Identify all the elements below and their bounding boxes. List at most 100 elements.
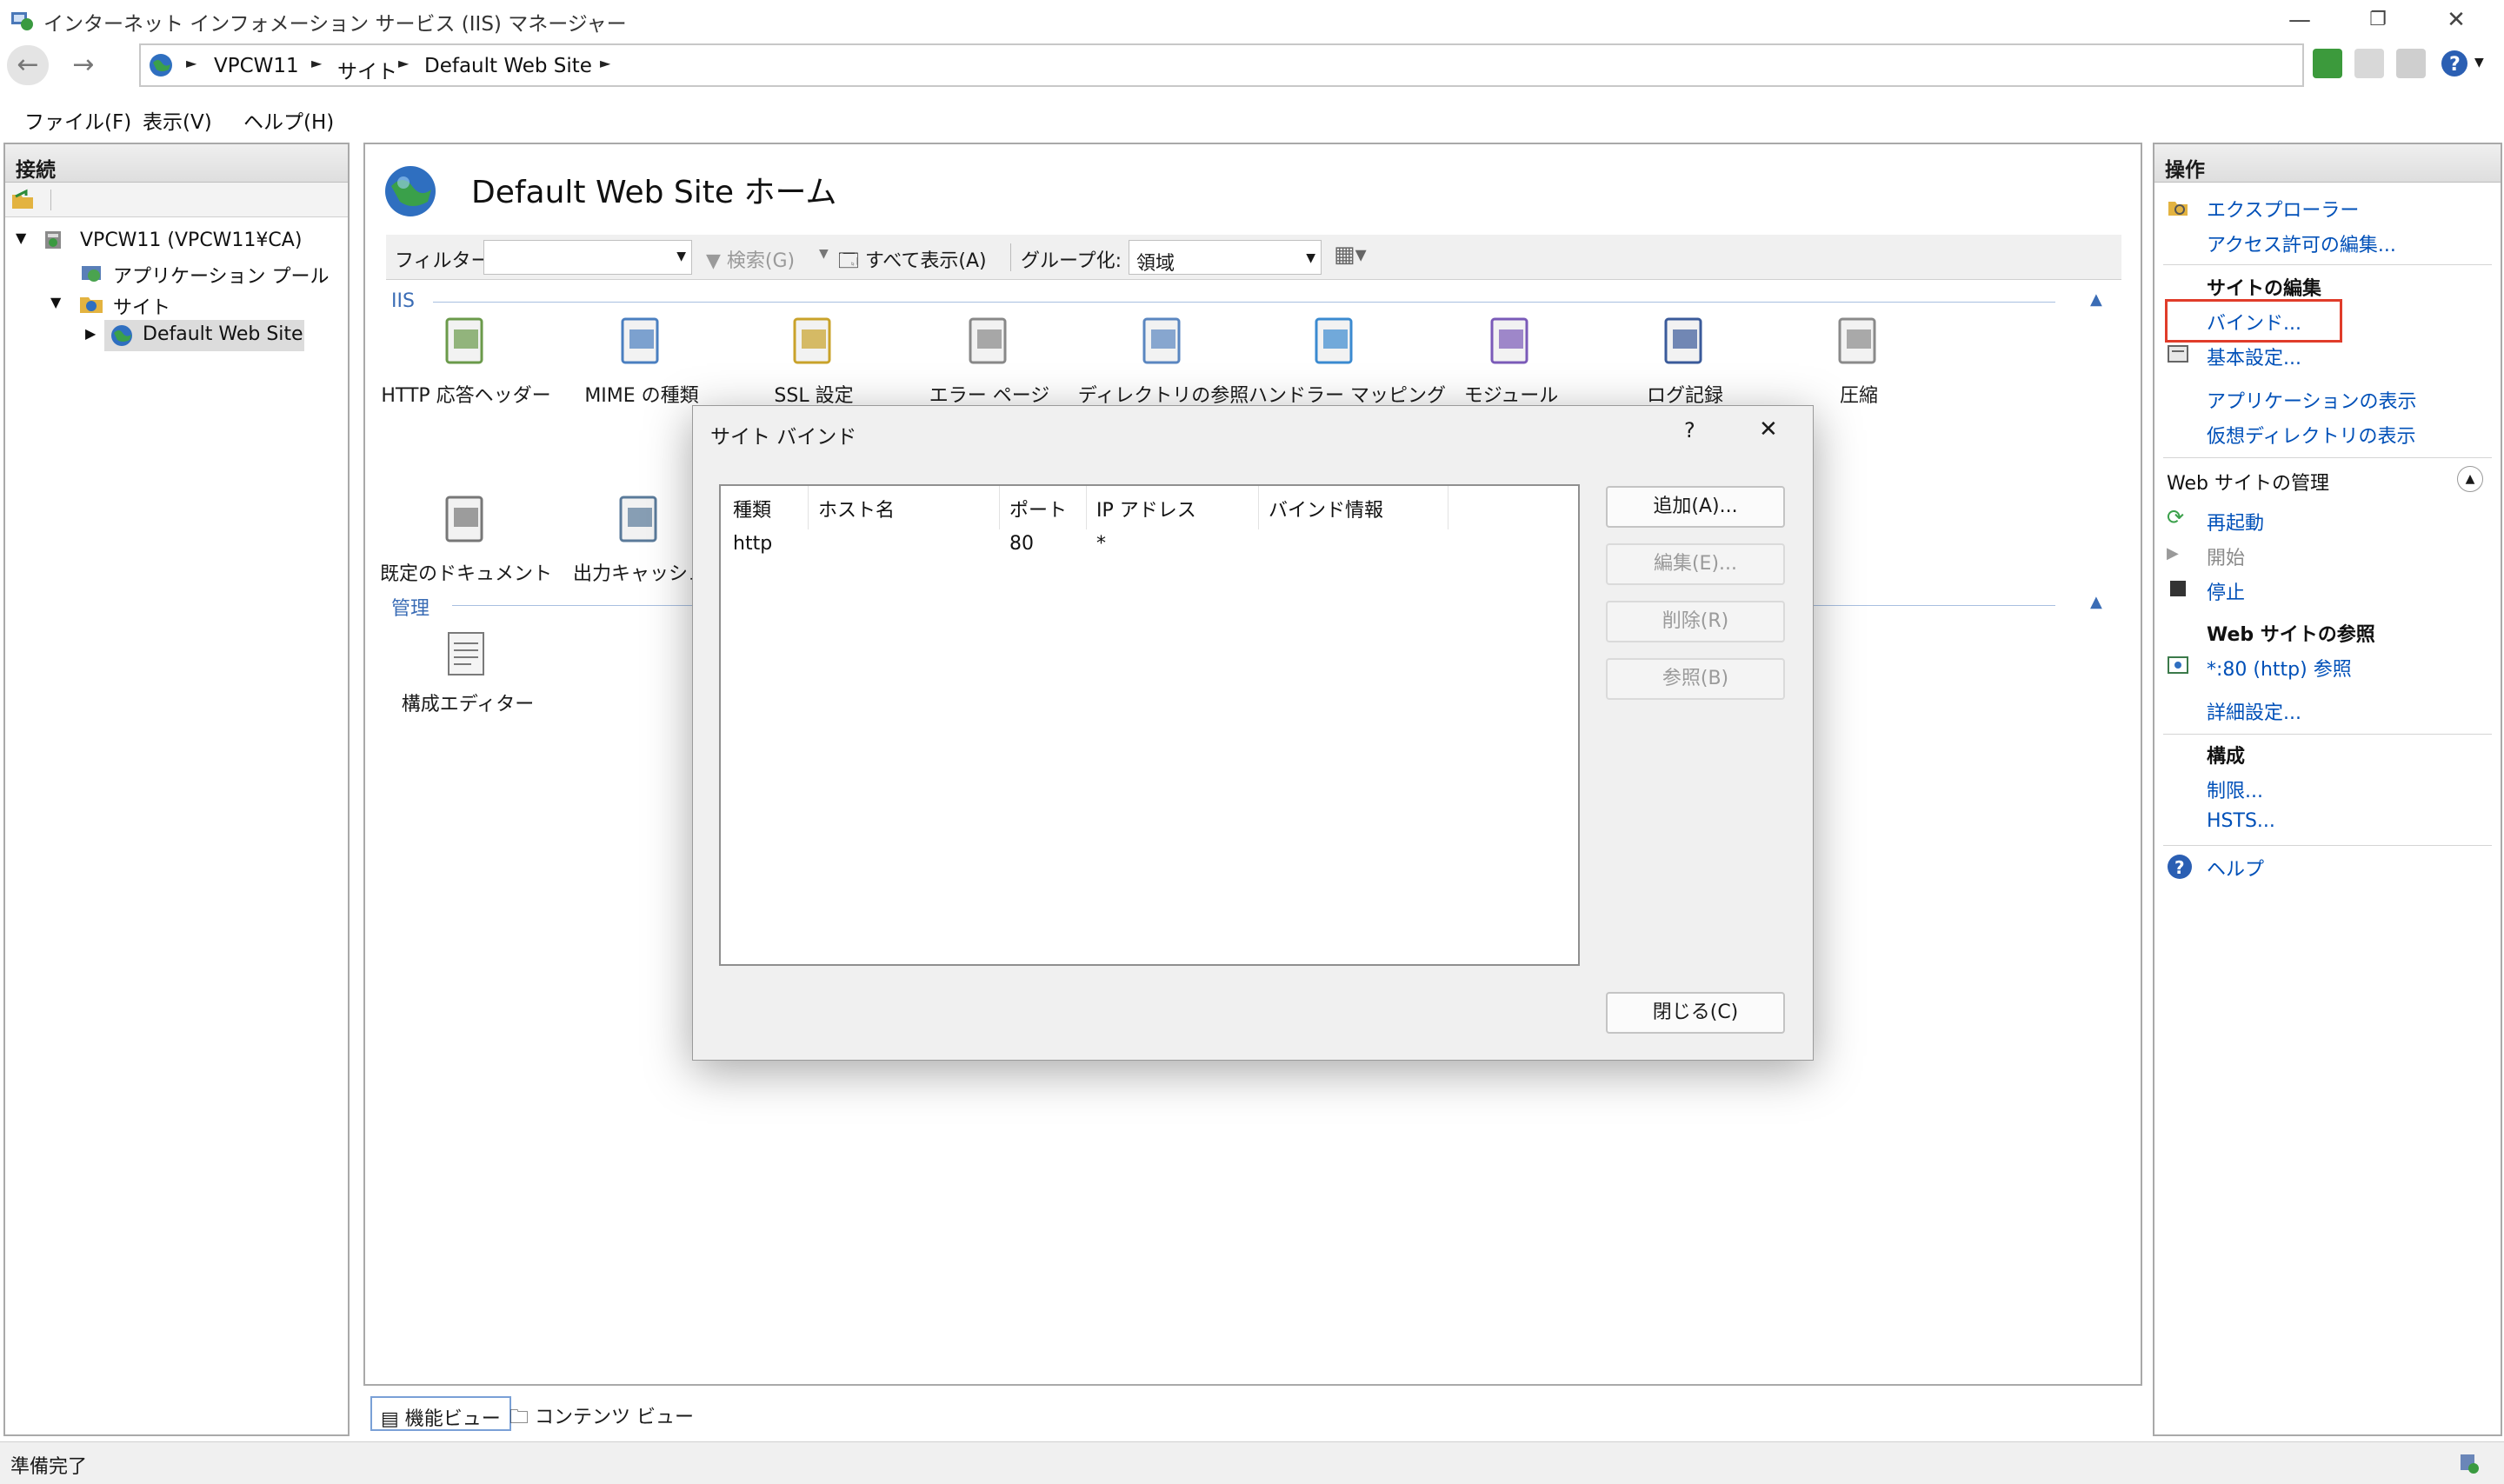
output-caching-icon[interactable]: [612, 492, 668, 548]
http-headers-icon[interactable]: [438, 314, 494, 369]
stop-icon[interactable]: [2354, 49, 2384, 78]
browse-button[interactable]: 参照(B): [1606, 658, 1785, 700]
close-button[interactable]: 閉じる(C): [1606, 992, 1785, 1034]
connection-status-icon: [2461, 1454, 2479, 1474]
modules-icon[interactable]: [1483, 314, 1539, 369]
show-all-label: すべて表示(A): [864, 250, 987, 272]
help-dropdown-icon[interactable]: ▼: [2474, 56, 2484, 70]
breadcrumb-site[interactable]: Default Web Site: [424, 55, 592, 77]
mime-types-icon[interactable]: [614, 314, 669, 369]
section-divider: [433, 302, 2055, 303]
directory-browsing-icon[interactable]: [1135, 314, 1191, 369]
feature-error-pages[interactable]: エラー ページ: [902, 380, 1076, 408]
expand-chevron-icon[interactable]: ▼: [16, 230, 26, 246]
home-icon[interactable]: [2396, 49, 2426, 78]
action-basic-settings[interactable]: 基本設定...: [2207, 343, 2301, 370]
tree-site-label: Default Web Site: [143, 323, 303, 345]
expand-chevron-icon[interactable]: ▼: [50, 294, 61, 310]
feature-ssl-lock[interactable]: SSL 設定: [727, 380, 901, 408]
remove-button[interactable]: 削除(R): [1606, 601, 1785, 642]
dialog-help-button[interactable]: ?: [1684, 418, 1695, 443]
edit-button[interactable]: 編集(E)...: [1606, 543, 1785, 585]
connect-folder-icon[interactable]: [10, 188, 37, 212]
collapse-chevron-icon[interactable]: ▶: [85, 325, 96, 342]
feature-directory-browsing[interactable]: ディレクトリの参照: [1076, 380, 1250, 408]
column-port[interactable]: ポート: [1009, 495, 1067, 522]
dialog-close-icon[interactable]: ✕: [1759, 416, 1778, 443]
feature-logging[interactable]: ログ記録: [1598, 380, 1772, 408]
search-button[interactable]: ▼ 検索(G): [706, 245, 795, 273]
feature-mime-types[interactable]: MIME の種類: [555, 380, 729, 408]
browse-icon: [2168, 656, 2188, 674]
table-row[interactable]: http 80 *: [721, 528, 1578, 561]
collapse-section-icon[interactable]: ▲: [2090, 593, 2102, 611]
bindings-list[interactable]: 種類 ホスト名 ポート IP アドレス バインド情報 http 80 *: [719, 484, 1580, 966]
feature-handler-mappings[interactable]: ハンドラー マッピング: [1249, 380, 1446, 408]
action-advanced-settings[interactable]: 詳細設定...: [2207, 697, 2301, 725]
action-explore[interactable]: エクスプローラー: [2207, 195, 2359, 223]
restore-button[interactable]: ❐: [2339, 0, 2417, 40]
default-document-icon[interactable]: [438, 492, 494, 548]
tree-server[interactable]: VPCW11 (VPCW11¥CA): [80, 230, 302, 251]
action-help[interactable]: ヘルプ: [2207, 854, 2264, 882]
feature-http-headers[interactable]: HTTP 応答ヘッダー: [379, 380, 553, 408]
action-start[interactable]: 開始: [2207, 542, 2245, 570]
close-button[interactable]: ✕: [2417, 0, 2495, 40]
action-restart[interactable]: 再起動: [2207, 508, 2264, 536]
feature-compression[interactable]: 圧縮: [1772, 380, 1946, 408]
action-bindings[interactable]: バインド...: [2207, 308, 2301, 336]
ssl-lock-icon[interactable]: [786, 314, 842, 369]
action-stop[interactable]: 停止: [2207, 577, 2245, 605]
feature-config-editor[interactable]: 構成エディター: [381, 689, 555, 716]
group-by-select[interactable]: 領域 ▼: [1129, 240, 1322, 275]
refresh-icon[interactable]: [2313, 49, 2342, 78]
actions-title: 操作: [2154, 144, 2501, 183]
help-icon[interactable]: ?: [2440, 47, 2473, 80]
action-browse-80[interactable]: *:80 (http) 参照: [2207, 654, 2352, 682]
status-bar: 準備完了: [0, 1441, 2504, 1484]
menu-file[interactable]: ファイル(F): [24, 105, 131, 135]
action-hsts[interactable]: HSTS...: [2207, 810, 2275, 832]
actions-panel: 操作 エクスプローラー アクセス許可の編集... サイトの編集 バインド... …: [2153, 143, 2502, 1436]
page-title: Default Web Site ホーム: [471, 175, 837, 210]
add-button[interactable]: 追加(A)...: [1606, 486, 1785, 528]
menu-help[interactable]: ヘルプ(H): [243, 105, 334, 135]
tab-content-view[interactable]: 🗀 コンテンツ ビュー: [501, 1396, 703, 1431]
breadcrumb-sites[interactable]: サイト: [337, 55, 397, 84]
group-by-value: 領域: [1136, 253, 1175, 275]
logging-icon[interactable]: [1657, 314, 1713, 369]
tree-app-pools[interactable]: アプリケーション プール: [113, 261, 330, 289]
filter-toolbar: フィルター: ▼ ▼ 検索(G) ▼ 🗔 すべて表示(A) グループ化: 領域 …: [386, 235, 2121, 280]
minimize-button[interactable]: —: [2261, 0, 2339, 40]
forward-arrow-icon[interactable]: →: [63, 45, 104, 85]
compression-icon[interactable]: [1831, 314, 1887, 369]
collapse-section-icon[interactable]: ▲: [2090, 290, 2102, 309]
show-all-button[interactable]: 🗔 すべて表示(A): [838, 245, 987, 279]
address-breadcrumb[interactable]: ► VPCW11 ► サイト ► Default Web Site ►: [139, 43, 2304, 87]
tree-sites[interactable]: サイト: [113, 292, 170, 320]
action-limits[interactable]: 制限...: [2207, 775, 2263, 803]
view-mode-icon[interactable]: ▦▾: [1334, 242, 1367, 268]
tab-content-label: コンテンツ ビュー: [535, 1407, 694, 1428]
feature-default-document[interactable]: 既定のドキュメント: [379, 558, 553, 586]
search-dropdown-icon[interactable]: ▼: [819, 247, 829, 261]
tab-features-view[interactable]: ▤ 機能ビュー: [370, 1396, 511, 1431]
error-pages-icon[interactable]: [962, 314, 1017, 369]
column-type[interactable]: 種類: [733, 495, 771, 522]
column-ip[interactable]: IP アドレス: [1096, 495, 1196, 522]
menu-view[interactable]: 表示(V): [143, 105, 212, 135]
filter-input[interactable]: ▼: [483, 240, 692, 275]
action-edit-permissions[interactable]: アクセス許可の編集...: [2207, 230, 2396, 257]
tab-features-label: 機能ビュー: [404, 1408, 501, 1430]
breadcrumb-server[interactable]: VPCW11: [214, 55, 299, 77]
action-view-applications[interactable]: アプリケーションの表示: [2207, 386, 2417, 414]
column-binding-info[interactable]: バインド情報: [1269, 495, 1383, 522]
action-view-virtual-dirs[interactable]: 仮想ディレクトリの表示: [2207, 421, 2415, 449]
feature-modules[interactable]: モジュール: [1424, 380, 1598, 408]
back-arrow-icon[interactable]: ←: [7, 45, 49, 85]
collapse-section-icon[interactable]: ▲: [2457, 466, 2483, 492]
tree-site-selected[interactable]: Default Web Site: [104, 320, 304, 351]
config-editor-icon[interactable]: [445, 631, 489, 678]
column-host[interactable]: ホスト名: [818, 495, 895, 522]
handler-mappings-icon[interactable]: [1308, 314, 1363, 369]
